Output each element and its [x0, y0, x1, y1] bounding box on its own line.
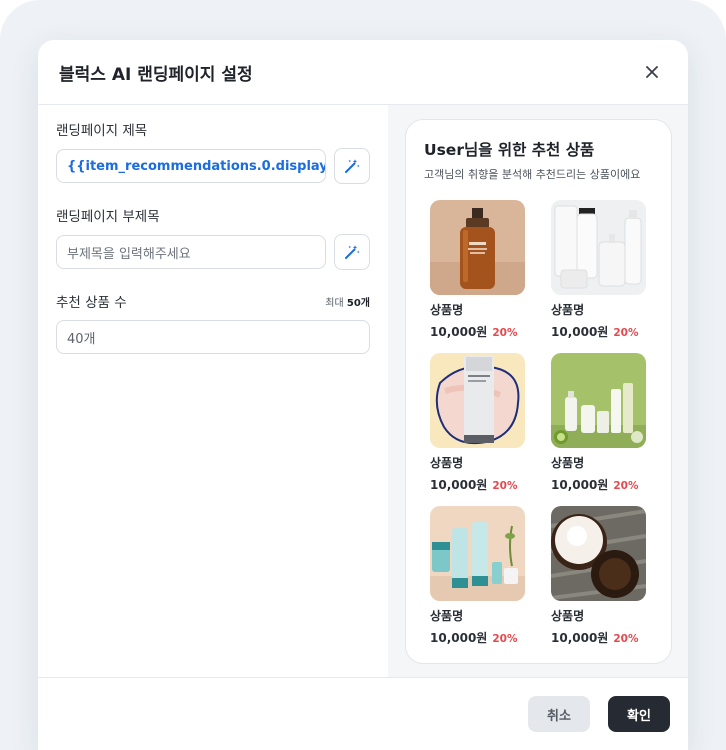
product-price: 10,000원 — [430, 325, 488, 339]
count-input[interactable]: 40개 — [56, 320, 370, 354]
product-price: 10,000원 — [430, 631, 488, 645]
product-card[interactable]: 상품명 10,000원 20% — [551, 353, 647, 493]
settings-form: 랜딩페이지 제목 {{item_recommendations.0.displa… — [38, 105, 388, 677]
count-max-hint: 최대 50개 — [325, 294, 370, 309]
count-max-value: 50개 — [346, 297, 370, 309]
product-price-row: 10,000원 20% — [430, 476, 526, 493]
subtitle-ai-generate-button[interactable] — [334, 234, 370, 270]
confirm-button[interactable]: 확인 — [608, 696, 670, 732]
product-card[interactable]: 상품명 10,000원 20% — [430, 353, 526, 493]
product-name: 상품명 — [551, 609, 585, 623]
title-field-label: 랜딩페이지 제목 — [56, 123, 148, 139]
product-image — [430, 506, 525, 601]
subtitle-field-label: 랜딩페이지 부제목 — [56, 209, 160, 225]
cancel-button[interactable]: 취소 — [528, 696, 590, 732]
product-grid: 상품명 10,000원 20% 상품명 10,000원 20% 상품명 10,0… — [430, 200, 653, 646]
product-discount: 20% — [492, 633, 518, 645]
product-price: 10,000원 — [430, 478, 488, 492]
product-discount: 20% — [613, 480, 639, 492]
product-discount: 20% — [613, 327, 639, 339]
modal-footer: 취소 확인 — [38, 677, 688, 750]
preview-subtitle: 고객님의 취향을 분석해 추천드리는 상품이에요 — [424, 168, 641, 181]
product-price: 10,000원 — [551, 478, 609, 492]
product-image — [551, 506, 646, 601]
product-discount: 20% — [613, 633, 639, 645]
preview-card: User님을 위한 추천 상품 고객님의 취향을 분석해 추천드리는 상품이에요 — [405, 119, 672, 664]
product-price-row: 10,000원 20% — [551, 476, 647, 493]
product-price: 10,000원 — [551, 325, 609, 339]
product-price: 10,000원 — [551, 631, 609, 645]
product-price-row: 10,000원 20% — [551, 629, 647, 646]
product-discount: 20% — [492, 327, 518, 339]
product-name: 상품명 — [430, 609, 464, 623]
product-price-row: 10,000원 20% — [551, 323, 647, 340]
product-price-row: 10,000원 20% — [430, 629, 526, 646]
product-name: 상품명 — [551, 303, 585, 317]
modal-header: 블럭스 AI 랜딩페이지 설정 — [38, 40, 688, 105]
product-image — [430, 200, 525, 295]
subtitle-input[interactable]: 부제목을 입력해주세요 — [56, 235, 326, 269]
close-button[interactable] — [640, 60, 664, 84]
product-card[interactable]: 상품명 10,000원 20% — [551, 506, 647, 646]
product-image — [430, 353, 525, 448]
modal-body: 랜딩페이지 제목 {{item_recommendations.0.displa… — [38, 105, 688, 677]
product-card[interactable]: 상품명 10,000원 20% — [430, 200, 526, 340]
app-background: 블럭스 AI 랜딩페이지 설정 랜딩페이지 제목 {{item_recommen… — [0, 0, 726, 750]
product-name: 상품명 — [551, 456, 585, 470]
product-name: 상품명 — [430, 456, 464, 470]
preview-title: User님을 위한 추천 상품 — [424, 141, 595, 159]
product-card[interactable]: 상품명 10,000원 20% — [551, 200, 647, 340]
title-input[interactable]: {{item_recommendations.0.display}} — [56, 149, 326, 183]
count-field-label: 추천 상품 수 — [56, 295, 127, 311]
title-ai-generate-button[interactable] — [334, 148, 370, 184]
product-discount: 20% — [492, 480, 518, 492]
product-price-row: 10,000원 20% — [430, 323, 526, 340]
count-max-prefix: 최대 — [325, 297, 344, 309]
product-image — [551, 353, 646, 448]
modal-title: 블럭스 AI 랜딩페이지 설정 — [59, 64, 253, 85]
product-name: 상품명 — [430, 303, 464, 317]
magic-wand-icon — [345, 245, 360, 259]
product-card[interactable]: 상품명 10,000원 20% — [430, 506, 526, 646]
close-icon — [646, 66, 658, 78]
preview-panel: User님을 위한 추천 상품 고객님의 취향을 분석해 추천드리는 상품이에요 — [388, 105, 688, 677]
magic-wand-icon — [345, 159, 360, 173]
landing-page-settings-modal: 블럭스 AI 랜딩페이지 설정 랜딩페이지 제목 {{item_recommen… — [38, 40, 688, 750]
product-image — [551, 200, 646, 295]
